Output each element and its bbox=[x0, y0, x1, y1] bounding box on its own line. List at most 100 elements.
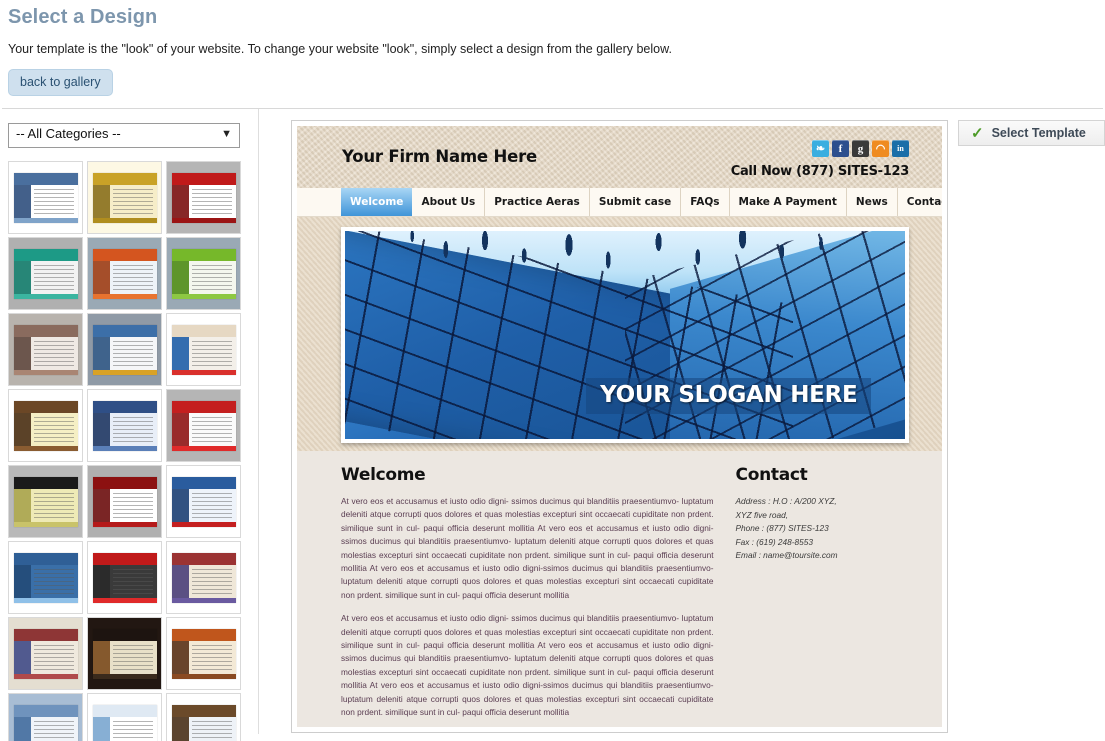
nav-item-practice-aeras[interactable]: Practice Aeras bbox=[485, 188, 590, 216]
thumbnail-text-lines bbox=[33, 340, 74, 369]
template-thumbnail-grid bbox=[8, 161, 244, 741]
template-thumbnail-image bbox=[171, 552, 236, 603]
template-thumbnail-image bbox=[92, 476, 157, 527]
contact-line: XYZ five road, bbox=[735, 509, 789, 520]
template-thumbnail-image bbox=[171, 172, 236, 223]
nav-item-news[interactable]: News bbox=[847, 188, 898, 216]
template-thumbnail[interactable] bbox=[8, 465, 83, 538]
template-thumbnail[interactable] bbox=[166, 541, 241, 614]
template-thumbnail[interactable] bbox=[87, 465, 162, 538]
nav-item-make-a-payment[interactable]: Make A Payment bbox=[730, 188, 847, 216]
category-select[interactable]: -- All Categories -- ▼ bbox=[8, 123, 240, 148]
linkedin-icon[interactable]: in bbox=[892, 140, 909, 157]
template-thumbnail[interactable] bbox=[8, 237, 83, 310]
template-thumbnail-image bbox=[13, 552, 78, 603]
thumbnail-text-lines bbox=[33, 644, 74, 673]
template-thumbnail-image bbox=[92, 552, 157, 603]
template-thumbnail[interactable] bbox=[166, 617, 241, 690]
template-thumbnail[interactable] bbox=[8, 389, 83, 462]
thumbnail-text-lines bbox=[112, 340, 153, 369]
hero-frame: YOUR SLOGAN HERE bbox=[341, 227, 909, 443]
template-thumbnail[interactable] bbox=[166, 237, 241, 310]
nav-item-contact-us[interactable]: Contact Us bbox=[898, 188, 942, 216]
nav-item-submit-case[interactable]: Submit case bbox=[590, 188, 682, 216]
facebook-icon[interactable]: f bbox=[832, 140, 849, 157]
thumbnail-text-lines bbox=[33, 416, 74, 445]
template-thumbnail-image bbox=[13, 324, 78, 375]
template-thumbnail[interactable] bbox=[8, 617, 83, 690]
nav-item-welcome[interactable]: Welcome bbox=[341, 188, 413, 216]
welcome-column: Welcome At vero eos et accusamus et iust… bbox=[341, 465, 736, 727]
contact-lines: Address : H.O : A/200 XYZ, XYZ five road,… bbox=[736, 495, 909, 563]
thumbnail-text-lines bbox=[112, 492, 153, 521]
nav-item-about-us[interactable]: About Us bbox=[412, 188, 486, 216]
template-thumbnail[interactable] bbox=[87, 389, 162, 462]
contact-line: Address : H.O : A/200 XYZ, bbox=[735, 496, 837, 506]
category-select-value: -- All Categories -- bbox=[16, 126, 121, 141]
twitter-icon[interactable]: ❧ bbox=[812, 140, 829, 157]
template-thumbnail-image bbox=[171, 324, 236, 375]
template-thumbnail[interactable] bbox=[8, 161, 83, 234]
firm-name: Your Firm Name Here bbox=[342, 147, 537, 166]
template-thumbnail-image bbox=[13, 628, 78, 679]
preview-site-header: Your Firm Name Here ❧ f g ◠ in Call Now (877… bbox=[297, 126, 942, 188]
google-plus-icon[interactable]: g bbox=[852, 140, 869, 157]
select-template-button[interactable]: ✓ Select Template bbox=[958, 120, 1105, 146]
template-thumbnail[interactable] bbox=[87, 541, 162, 614]
template-thumbnail-image bbox=[13, 476, 78, 527]
template-preview-panel: Your Firm Name Here ❧ f g ◠ in Call Now (877… bbox=[291, 120, 948, 733]
template-thumbnail[interactable] bbox=[87, 617, 162, 690]
template-thumbnail-image bbox=[92, 172, 157, 223]
thumbnail-text-lines bbox=[112, 264, 153, 293]
nav-item-faqs[interactable]: FAQs bbox=[681, 188, 730, 216]
welcome-paragraphs: At vero eos et accusamus et iusto odio d… bbox=[341, 495, 714, 727]
select-template-label: Select Template bbox=[991, 126, 1086, 140]
template-thumbnail[interactable] bbox=[87, 237, 162, 310]
template-thumbnail-image bbox=[13, 704, 78, 741]
template-thumbnail[interactable] bbox=[8, 541, 83, 614]
template-thumbnail[interactable] bbox=[87, 161, 162, 234]
thumbnail-text-lines bbox=[112, 416, 153, 445]
template-thumbnail-image bbox=[92, 400, 157, 451]
call-now-text: Call Now (877) SITES-123 bbox=[730, 164, 910, 179]
template-thumbnail[interactable] bbox=[8, 693, 83, 741]
template-thumbnail[interactable] bbox=[166, 389, 241, 462]
template-thumbnail[interactable] bbox=[166, 465, 241, 538]
back-to-gallery-button[interactable]: back to gallery bbox=[8, 69, 113, 96]
template-thumbnail-image bbox=[92, 248, 157, 299]
thumbnail-text-lines bbox=[112, 568, 153, 597]
contact-heading: Contact bbox=[735, 465, 808, 485]
template-thumbnail-image bbox=[13, 248, 78, 299]
slogan-text: YOUR SLOGAN HERE bbox=[586, 378, 872, 415]
template-thumbnail[interactable] bbox=[166, 313, 241, 386]
thumbnail-text-lines bbox=[191, 492, 232, 521]
blue-glass-building-photo: YOUR SLOGAN HERE bbox=[345, 231, 905, 439]
chevron-down-icon: ▼ bbox=[221, 128, 232, 140]
template-thumbnail[interactable] bbox=[166, 693, 241, 741]
thumbnail-text-lines bbox=[33, 188, 74, 217]
thumbnail-text-lines bbox=[112, 188, 153, 217]
gallery-column: -- All Categories -- ▼ bbox=[0, 109, 259, 741]
welcome-paragraph: At vero eos et accusamus et iusto odio d… bbox=[341, 613, 714, 718]
page-description: Your template is the "look" of your webs… bbox=[8, 42, 672, 56]
thumbnail-text-lines bbox=[33, 568, 74, 597]
thumbnail-text-lines bbox=[191, 644, 232, 673]
template-thumbnail-image bbox=[13, 400, 78, 451]
contact-line: Email : name@toursite.com bbox=[735, 550, 838, 561]
template-thumbnail-image bbox=[92, 704, 157, 741]
thumbnail-text-lines bbox=[191, 416, 232, 445]
preview-site: Your Firm Name Here ❧ f g ◠ in Call Now (877… bbox=[297, 126, 942, 727]
contact-column: Contact Address : H.O : A/200 XYZ, XYZ fi… bbox=[736, 465, 909, 727]
template-thumbnail-image bbox=[171, 248, 236, 299]
rss-icon[interactable]: ◠ bbox=[872, 140, 889, 157]
welcome-heading: Welcome bbox=[341, 465, 426, 485]
template-thumbnail[interactable] bbox=[87, 693, 162, 741]
contact-line: Fax : (619) 248-8553 bbox=[735, 536, 813, 547]
social-icon-row: ❧ f g ◠ in bbox=[812, 140, 909, 157]
template-thumbnail[interactable] bbox=[166, 161, 241, 234]
template-thumbnail[interactable] bbox=[8, 313, 83, 386]
thumbnail-text-lines bbox=[33, 720, 74, 741]
thumbnail-text-lines bbox=[33, 492, 74, 521]
back-button-wrapper: back to gallery bbox=[0, 56, 1105, 96]
template-thumbnail[interactable] bbox=[87, 313, 162, 386]
